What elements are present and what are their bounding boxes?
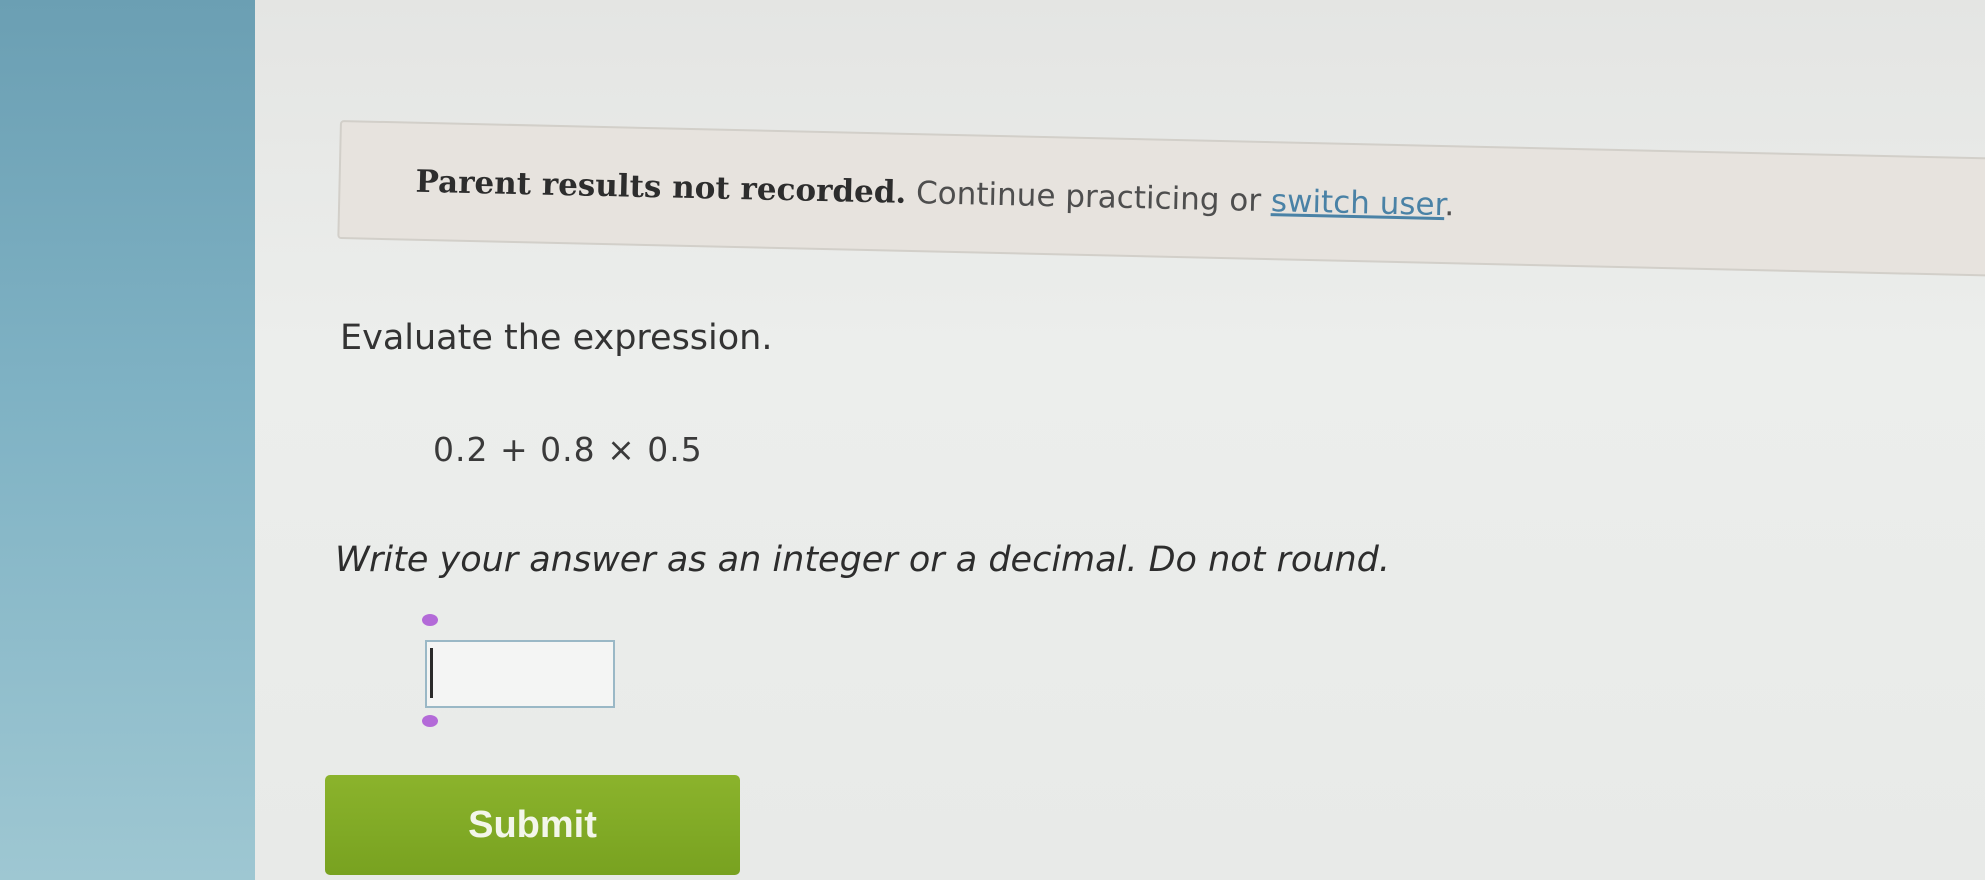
question-title: Evaluate the expression. xyxy=(340,318,773,358)
selection-handle-top-icon[interactable] xyxy=(422,614,438,626)
math-expression: 0.2 + 0.8 × 0.5 xyxy=(433,430,703,469)
practice-content-area: Parent results not recorded. Continue pr… xyxy=(255,0,1985,880)
selection-handle-bottom-icon[interactable] xyxy=(422,715,438,727)
notice-end-text: . xyxy=(1444,187,1455,224)
notice-banner: Parent results not recorded. Continue pr… xyxy=(337,120,1985,278)
left-side-panel xyxy=(0,0,255,880)
answer-field-wrapper xyxy=(415,610,615,740)
notice-text: Parent results not recorded. Continue pr… xyxy=(415,164,1455,224)
notice-rest-text: Continue practicing or xyxy=(905,174,1272,220)
submit-button[interactable]: Submit xyxy=(325,775,740,875)
switch-user-link[interactable]: switch user xyxy=(1271,183,1445,223)
answer-input[interactable] xyxy=(425,640,615,708)
text-cursor-icon xyxy=(430,648,433,698)
answer-instructions: Write your answer as an integer or a dec… xyxy=(335,540,1391,580)
notice-strong-text: Parent results not recorded. xyxy=(415,163,907,211)
